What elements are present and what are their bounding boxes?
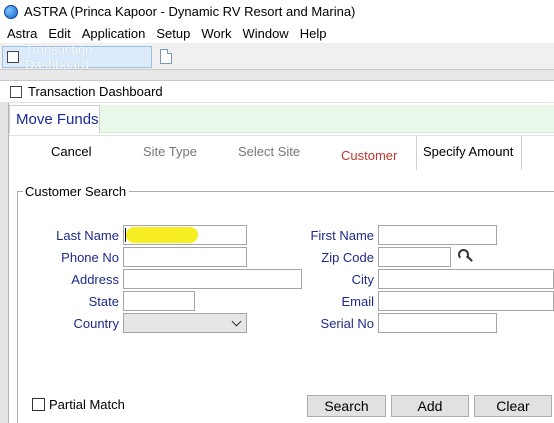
email-field[interactable] [378, 291, 554, 311]
inner-window-title-bar: Transaction Dashboard [0, 80, 554, 102]
state-label: State [88, 294, 119, 309]
zip-lookup-icon[interactable] [457, 248, 473, 264]
new-document-icon[interactable] [160, 49, 172, 64]
phone-no-field[interactable] [123, 247, 247, 267]
city-field[interactable] [378, 269, 554, 289]
astra-globe-icon [4, 4, 18, 19]
doc-tab-label: Transaction Dashboard [25, 42, 93, 72]
partial-match-label: Partial Match [49, 397, 125, 412]
zip-code-field[interactable] [378, 247, 451, 267]
serial-no-field[interactable] [378, 313, 497, 333]
inner-window-title: Transaction Dashboard [28, 84, 163, 99]
address-label: Address [71, 272, 119, 287]
title-bar: ASTRA (Princa Kapoor - Dynamic RV Resort… [0, 0, 554, 23]
tab-separator [0, 70, 554, 80]
tab-band [100, 105, 554, 133]
step-customer[interactable]: Customer [341, 148, 397, 163]
menu-application[interactable]: Application [78, 26, 153, 41]
window-icon [10, 85, 22, 98]
search-button[interactable]: Search [307, 395, 386, 417]
wizard-steps: Cancel Site Type Select Site Customer Sp… [9, 135, 554, 170]
country-label: Country [73, 316, 119, 331]
menu-bar: Astra Edit Application Setup Work Window… [0, 23, 554, 43]
country-select[interactable] [123, 313, 247, 333]
state-field[interactable] [123, 291, 195, 311]
doc-tab-transaction-dashboard[interactable]: Transaction Dashboard [2, 42, 152, 72]
menu-setup[interactable]: Setup [152, 26, 197, 41]
last-name-field[interactable] [123, 225, 247, 245]
menu-window[interactable]: Window [238, 26, 295, 41]
partial-match-checkbox[interactable]: Partial Match [32, 397, 125, 412]
clear-button[interactable]: Clear [474, 395, 552, 417]
address-field[interactable] [123, 269, 302, 289]
menu-astra[interactable]: Astra [3, 26, 44, 41]
zip-code-label: Zip Code [321, 250, 374, 265]
step-cancel[interactable]: Cancel [51, 144, 91, 159]
email-label: Email [341, 294, 374, 309]
checkbox-icon [32, 398, 45, 411]
document-tab-strip: Transaction Dashboard [0, 42, 554, 72]
chevron-down-icon [231, 316, 242, 327]
window-title: ASTRA (Princa Kapoor - Dynamic RV Resort… [24, 4, 356, 19]
menu-edit[interactable]: Edit [44, 26, 77, 41]
phone-no-label: Phone No [61, 250, 119, 265]
add-button[interactable]: Add [391, 395, 469, 417]
highlight-mark [126, 227, 198, 243]
first-name-label: First Name [310, 228, 374, 243]
menu-work[interactable]: Work [197, 26, 238, 41]
tab-move-funds-label: Move Funds [16, 111, 99, 128]
tab-move-funds[interactable]: Move Funds [9, 105, 100, 133]
text-caret [125, 228, 126, 242]
last-name-label: Last Name [56, 228, 119, 243]
customer-search-label: Customer Search [23, 184, 130, 199]
step-select-site[interactable]: Select Site [238, 144, 300, 159]
menu-help[interactable]: Help [296, 26, 334, 41]
serial-no-label: Serial No [320, 316, 374, 331]
window-icon [7, 51, 19, 63]
first-name-field[interactable] [378, 225, 497, 245]
step-specify-amount[interactable]: Specify Amount [416, 136, 523, 170]
step-site-type[interactable]: Site Type [143, 144, 197, 159]
city-label: City [351, 272, 374, 287]
